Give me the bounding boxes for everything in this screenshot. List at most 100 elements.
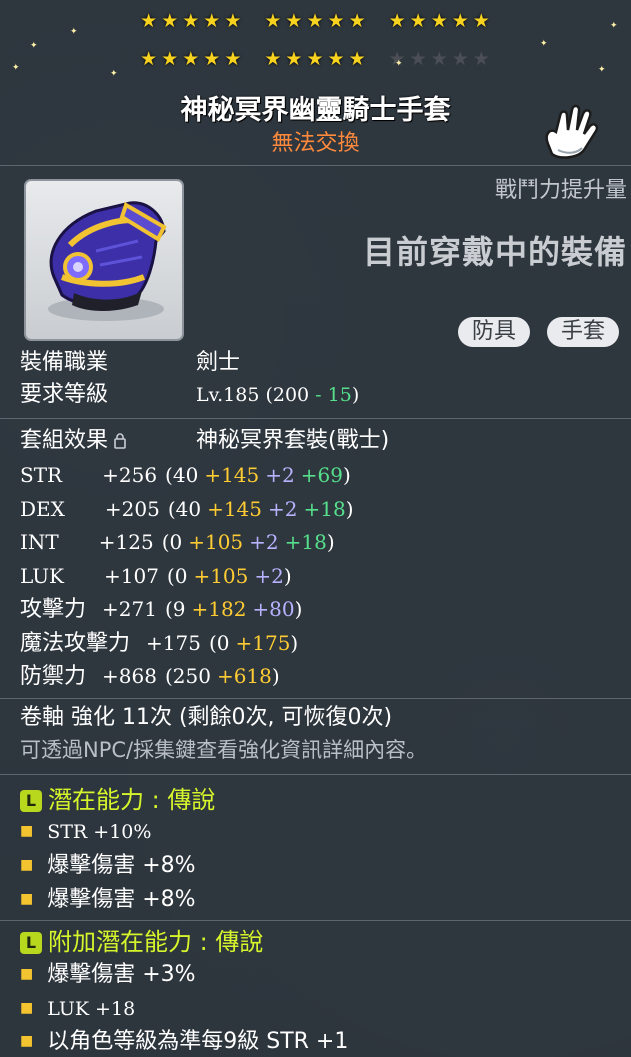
stat-close: ): [294, 597, 303, 621]
sparkle-icon: ✦: [610, 21, 618, 31]
sparkle-icon: ✦: [598, 65, 606, 75]
star-icon: ★: [388, 10, 407, 32]
stat-bonus-yellow: +145: [204, 463, 260, 487]
level-suffix: ): [351, 384, 360, 406]
star-icon: ★: [182, 48, 201, 70]
stat-total: +175: [146, 630, 201, 655]
stat-bonus-green: +69: [300, 463, 343, 487]
bonus-potential-line-text: 爆擊傷害 +3%: [47, 962, 196, 987]
divider: [0, 774, 631, 775]
stat-bonus-yellow: +182: [191, 597, 247, 621]
stat-close: ): [342, 463, 351, 487]
star-icon: ★: [224, 48, 243, 70]
stat-base: (40: [165, 463, 199, 487]
star-icon: ★: [327, 48, 346, 70]
item-name: 神秘冥界幽靈騎士手套: [180, 95, 451, 126]
level-label: 要求等級: [20, 382, 109, 407]
bonus-potential-line: ■ LUK +18: [20, 993, 135, 1024]
stat-close: ): [283, 563, 292, 588]
stat-total: +256: [102, 463, 158, 487]
stat-name: 防禦力: [20, 664, 87, 689]
purple-gauntlet-icon: [48, 201, 167, 321]
star-icon: ★: [140, 10, 159, 32]
stat-bonus-purple: +2: [265, 463, 295, 487]
combat-power-increase-label: 戰鬥力提升量: [494, 178, 627, 203]
stat-name: 魔法攻擊力: [20, 630, 131, 656]
star-group: ★ ★ ★ ★ ★: [140, 48, 242, 70]
star-icon: ★: [161, 10, 180, 32]
stat-bonus-yellow: +105: [193, 563, 249, 588]
category-tag-armor: 防具: [458, 317, 531, 347]
stat-close: ): [326, 530, 335, 554]
potential-line-text: 爆擊傷害 +8%: [47, 887, 196, 912]
stat-close: ): [290, 630, 299, 655]
star-icon: ★: [203, 10, 222, 32]
stat-base: (0: [166, 563, 188, 588]
level-value: Lv.185 (200 - 15): [196, 380, 359, 410]
stat-line: 防禦力 +868 (250 +618): [20, 661, 280, 692]
divider: [0, 418, 631, 419]
stat-total: +107: [103, 563, 159, 588]
star-icon: ★: [161, 48, 180, 70]
star-icon: ★: [264, 10, 283, 32]
stat-bonus-purple: +2: [268, 496, 298, 521]
stat-line: INT +125 (0 +105 +2 +18): [20, 527, 335, 557]
star-icon: ★: [348, 48, 367, 70]
potential-title: L 潛在能力 : 傳說: [20, 784, 215, 816]
potential-line: ■ 爆擊傷害 +8%: [20, 884, 196, 915]
stat-line: 攻擊力 +271 (9 +182 +80): [20, 594, 302, 625]
scroll-upgrade-line: 卷軸 強化 11次 (剩餘0次, 可恢復0次): [20, 705, 393, 730]
bonus-potential-line-text: LUK +18: [47, 998, 136, 1020]
star-group: ★ ★ ★ ★ ★: [264, 48, 366, 70]
white-glove-icon: [545, 104, 599, 159]
job-label: 裝備職業: [20, 350, 109, 375]
sparkle-icon: ✦: [395, 59, 403, 69]
bullet-icon: ■: [20, 966, 34, 982]
star-group: ★ ★ ★ ★ ★: [389, 48, 491, 70]
stat-name: STR: [20, 463, 63, 487]
star-group: ★ ★ ★ ★ ★: [264, 10, 366, 32]
stat-name: 攻擊力: [20, 597, 87, 622]
star-group: ★ ★ ★ ★ ★: [389, 10, 491, 32]
star-icon: ★: [409, 10, 428, 32]
sparkle-icon: ✦: [110, 69, 118, 79]
star-icon: ★: [224, 10, 243, 32]
star-icon: ★: [348, 10, 367, 32]
stat-line: DEX +205 (40 +145 +2 +18): [20, 494, 354, 524]
set-effect-text: 套組效果: [20, 428, 109, 453]
stat-bonus-yellow: +105: [188, 530, 244, 554]
set-effect-label[interactable]: 套組效果: [20, 426, 126, 456]
item-image-frame: [24, 179, 184, 341]
star-group: ★ ★ ★ ★ ★: [140, 10, 242, 32]
star-icon: ★: [306, 10, 325, 32]
divider: [0, 920, 631, 921]
potential-line-text: STR +10%: [47, 821, 152, 843]
level-text: Lv.185 (200: [196, 384, 316, 406]
star-icon: ★: [140, 48, 159, 70]
stat-name: INT: [20, 530, 59, 554]
stat-line: STR +256 (40 +145 +2 +69): [20, 460, 351, 490]
job-value: 劍士: [196, 350, 241, 375]
category-tag-gloves: 手套: [547, 317, 620, 347]
legendary-badge-icon: L: [20, 790, 42, 812]
bullet-icon: ■: [20, 891, 34, 907]
stat-total: +271: [102, 597, 157, 621]
bullet-icon: ■: [20, 823, 34, 839]
star-icon: ★: [203, 48, 222, 70]
star-icon: ★: [182, 10, 201, 32]
stat-bonus-yellow: +618: [216, 664, 272, 688]
stat-bonus-green: +18: [284, 530, 327, 554]
star-icon: ★: [285, 48, 304, 70]
stat-base: (250: [164, 664, 211, 688]
empty-star-icon: ★: [451, 48, 470, 70]
stat-base: (40: [167, 496, 202, 521]
bonus-potential-title: L 附加潛在能力 : 傳說: [20, 926, 263, 958]
sparkle-icon: ✦: [70, 27, 78, 37]
stat-name: LUK: [20, 563, 64, 588]
potential-title-text: 潛在能力 : 傳說: [48, 786, 216, 814]
level-reduction: - 15: [315, 384, 352, 406]
bonus-potential-line: ■ 爆擊傷害 +3%: [20, 959, 196, 990]
stat-total: +125: [98, 530, 154, 554]
star-icon: ★: [285, 10, 304, 32]
empty-star-icon: ★: [409, 48, 428, 70]
